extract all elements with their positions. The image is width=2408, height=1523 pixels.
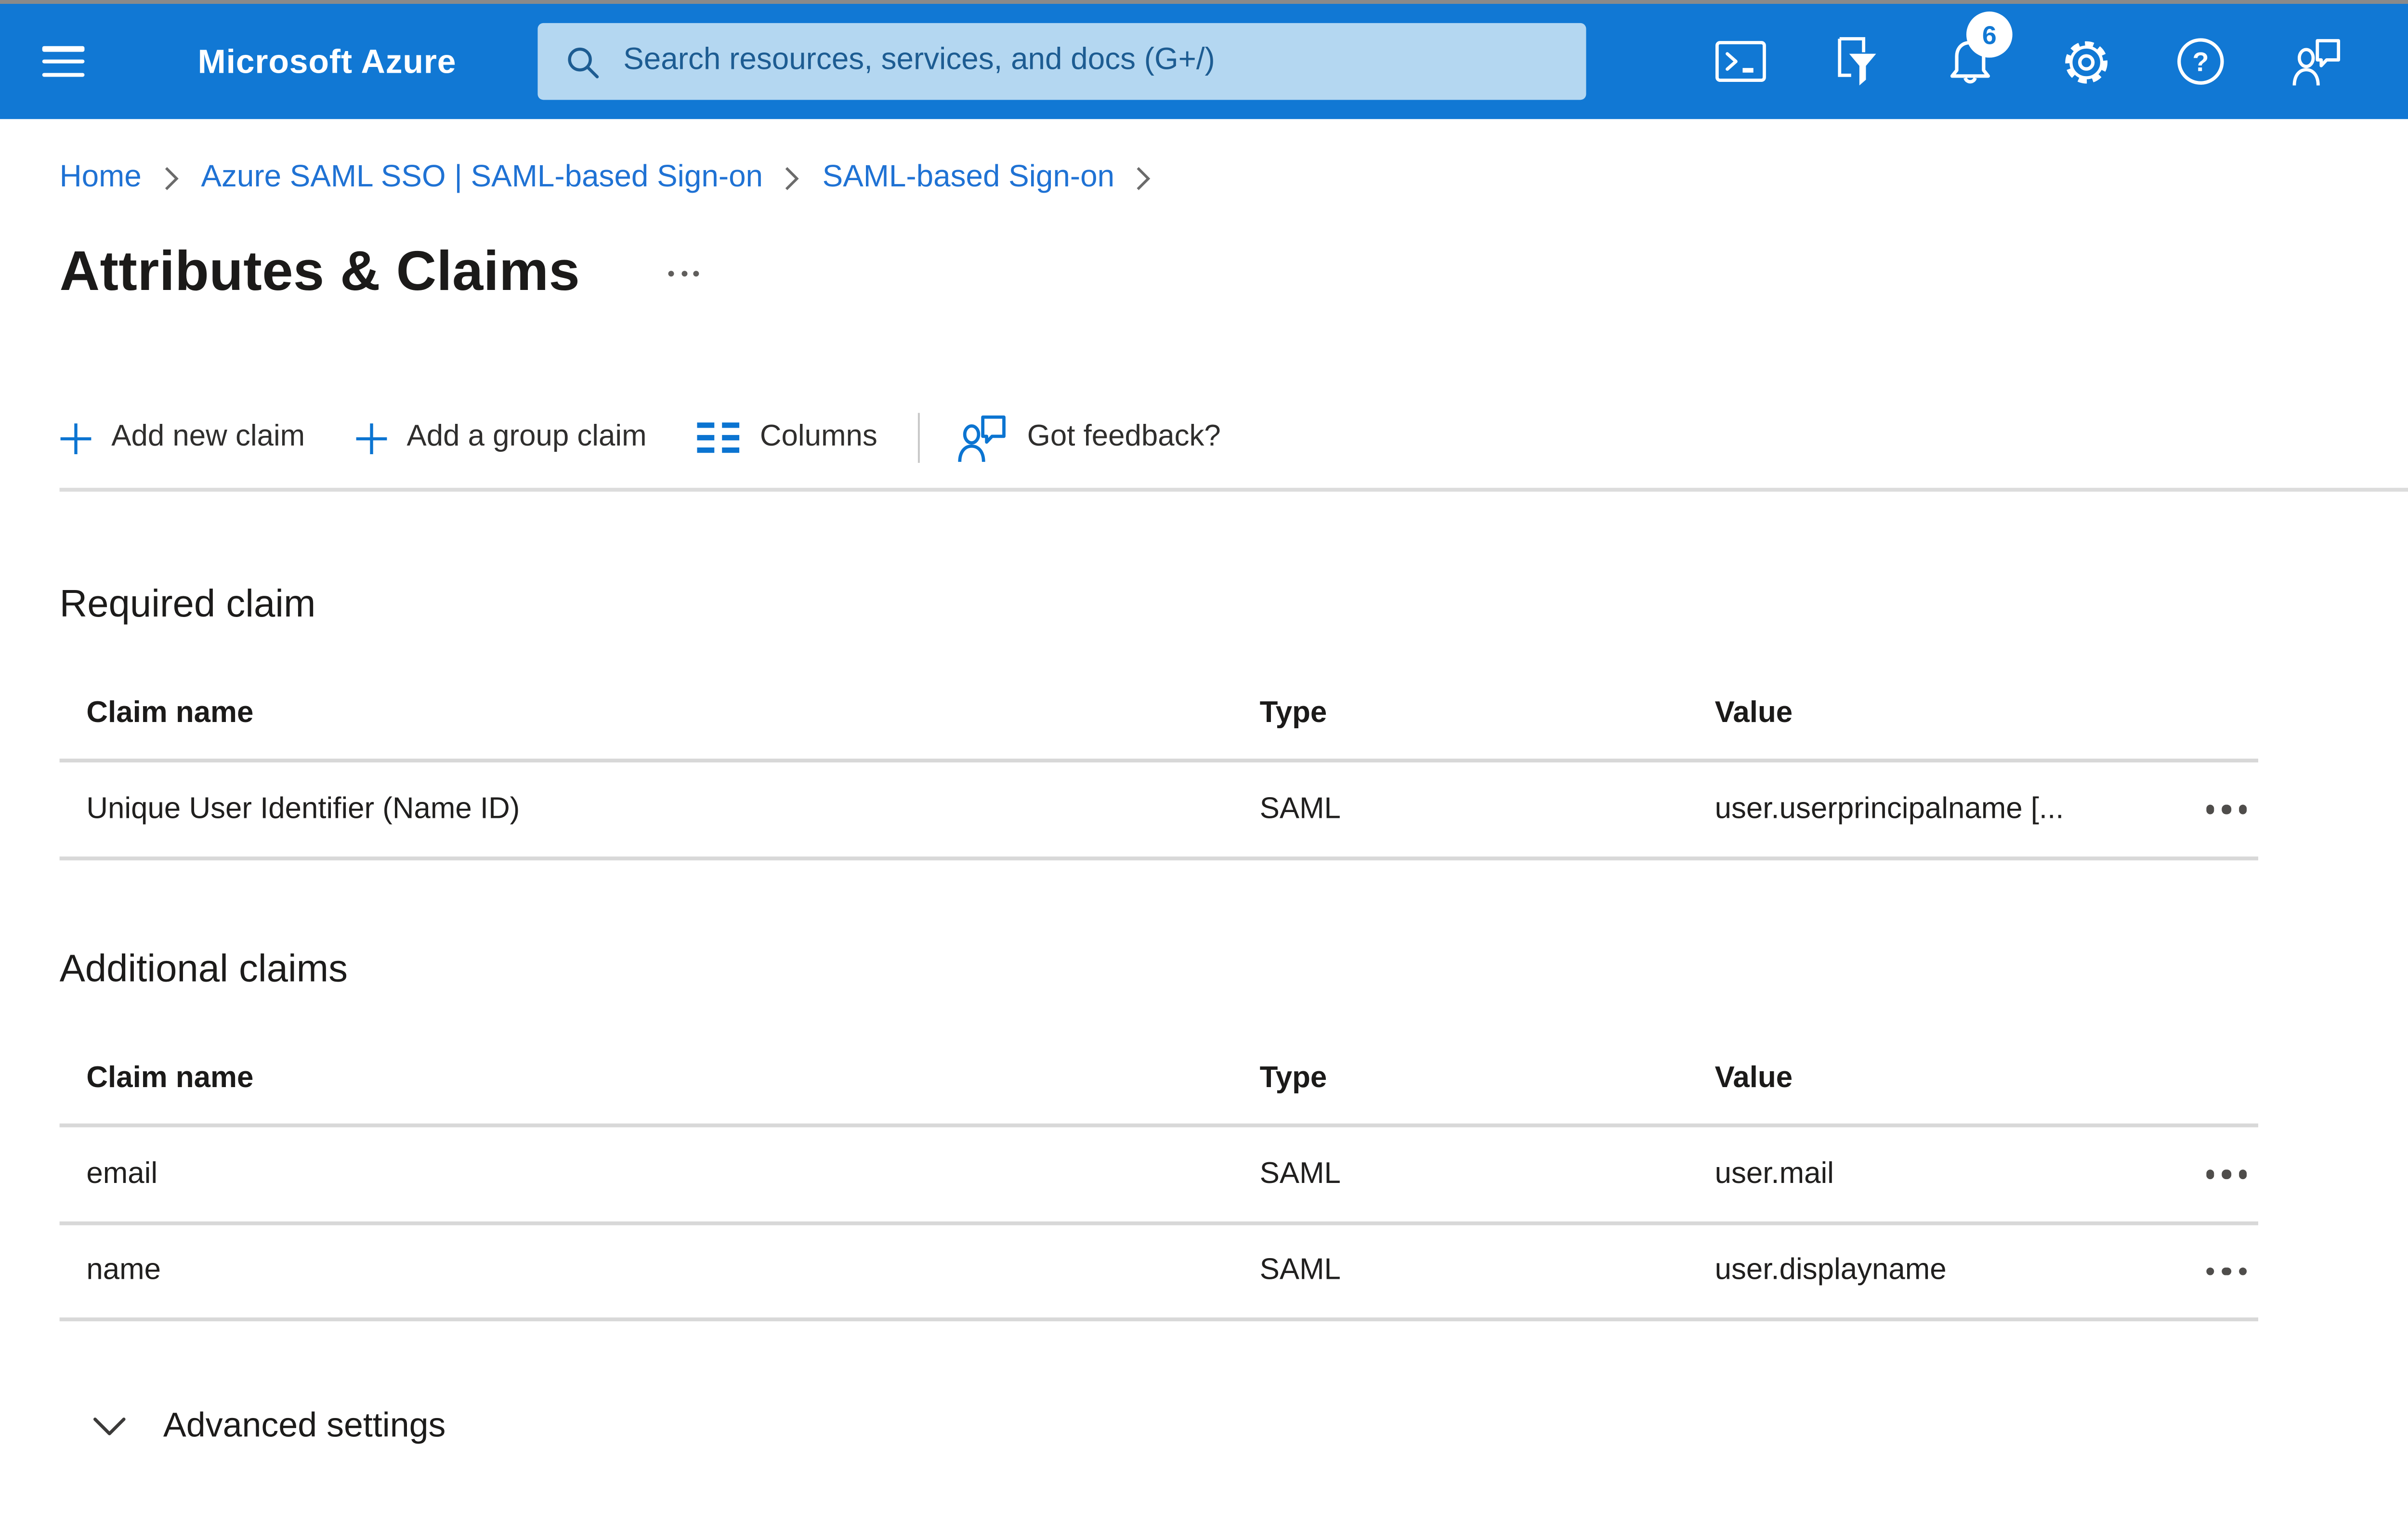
topbar-icon-group: 6 ?: [1698, 4, 2389, 119]
got-feedback-button[interactable]: Got feedback?: [956, 412, 1221, 464]
toolbar-divider: [59, 487, 2408, 492]
cloudshell-icon: [1714, 41, 1765, 82]
page-title: Attributes & Claims: [59, 241, 580, 302]
feedback-person-icon: [2291, 38, 2340, 85]
add-group-claim-button[interactable]: Add a group claim: [355, 420, 647, 455]
chevron-right-icon: [163, 164, 180, 191]
gear-icon: [2064, 40, 2107, 83]
claim-value-cell[interactable]: user.userprincipalname [...: [1715, 792, 2159, 827]
column-header-claim-name[interactable]: Claim name: [60, 1061, 1260, 1096]
table-header-row: Claim name Type Value: [59, 1033, 2258, 1128]
advanced-settings-label: Advanced settings: [163, 1405, 446, 1444]
global-search[interactable]: [537, 23, 1585, 100]
svg-text:?: ?: [2192, 47, 2209, 77]
column-header-type[interactable]: Type: [1260, 696, 1715, 731]
settings-button[interactable]: [2043, 4, 2127, 119]
claim-type-cell: SAML: [1259, 1157, 1341, 1190]
table-header-row: Claim name Type Value: [59, 669, 2258, 762]
ellipsis-icon: [668, 270, 674, 276]
claim-name-cell[interactable]: Unique User Identifier (Name ID): [60, 792, 1260, 827]
columns-label: Columns: [759, 420, 877, 453]
add-new-claim-label: Add new claim: [111, 420, 305, 453]
window-edge: [0, 0, 2408, 4]
table-row[interactable]: name SAML user.displayname: [59, 1225, 2258, 1322]
chevron-down-icon: [92, 1415, 127, 1438]
advanced-settings-toggle[interactable]: Advanced settings: [92, 1406, 445, 1446]
notification-badge: 6: [1966, 11, 2013, 58]
claim-value-cell[interactable]: user.displayname: [1715, 1254, 2159, 1289]
help-button[interactable]: ?: [2159, 4, 2243, 119]
chevron-right-icon: [1136, 164, 1153, 191]
page-context-menu-button[interactable]: [661, 262, 707, 283]
directory-filter-button[interactable]: [1813, 4, 1897, 119]
brand-title[interactable]: Microsoft Azure: [198, 41, 457, 82]
row-ellipsis-button[interactable]: [2201, 794, 2251, 826]
additional-claims-table: Claim name Type Value email SAML user.ma…: [59, 1033, 2258, 1322]
ellipsis-icon: [2205, 805, 2214, 814]
cloud-shell-button[interactable]: [1698, 4, 1782, 119]
ellipsis-icon: [2205, 1170, 2214, 1179]
breadcrumb-home[interactable]: Home: [60, 160, 142, 195]
breadcrumb-signon[interactable]: SAML-based Sign-on: [823, 160, 1114, 195]
breadcrumb-app[interactable]: Azure SAML SSO | SAML-based Sign-on: [201, 160, 763, 195]
help-icon: ?: [2177, 38, 2224, 85]
column-header-value[interactable]: Value: [1715, 696, 2159, 731]
command-bar: Add new claim Add a group claim Columns: [60, 405, 2408, 471]
got-feedback-label: Got feedback?: [1027, 420, 1221, 453]
row-ellipsis-button[interactable]: [2201, 1256, 2251, 1287]
topbar: Microsoft Azure Search resources, servic…: [0, 3, 2408, 119]
breadcrumb: Home Azure SAML SSO | SAML-based Sign-on…: [0, 119, 2408, 197]
claim-name-cell[interactable]: email: [60, 1157, 1260, 1192]
feedback-button[interactable]: [2274, 4, 2358, 119]
portal-menu-button[interactable]: [42, 46, 85, 77]
feedback-person-icon: [956, 412, 1008, 464]
search-icon: [567, 46, 598, 78]
toolbar-separator: [917, 413, 920, 463]
required-claim-table: Claim name Type Value Unique User Identi…: [59, 669, 2258, 861]
claim-type-cell: SAML: [1259, 1254, 1341, 1287]
chevron-right-icon: [784, 164, 801, 191]
title-row: Attributes & Claims: [0, 234, 2408, 311]
column-header-value[interactable]: Value: [1715, 1061, 2159, 1096]
add-new-claim-button[interactable]: Add new claim: [60, 420, 305, 455]
columns-icon: [696, 420, 741, 455]
ellipsis-icon: [2205, 1267, 2214, 1276]
plus-icon: [60, 421, 92, 454]
blade-content: Required claim Claim name Type Value Uni…: [59, 584, 2258, 1322]
table-row[interactable]: Unique User Identifier (Name ID) SAML us…: [59, 762, 2258, 861]
search-input[interactable]: [619, 42, 1585, 81]
plus-icon: [355, 421, 388, 454]
columns-button[interactable]: Columns: [696, 420, 877, 455]
claim-name-cell[interactable]: name: [60, 1254, 1260, 1289]
azure-portal: Microsoft Azure Search resources, servic…: [0, 0, 2408, 1523]
table-row[interactable]: email SAML user.mail: [59, 1128, 2258, 1225]
row-ellipsis-button[interactable]: [2201, 1158, 2251, 1190]
hamburger-icon: [42, 46, 85, 51]
filter-icon: [1838, 36, 1876, 85]
additional-claims-heading: Additional claims: [59, 948, 348, 991]
required-claim-heading: Required claim: [59, 584, 316, 626]
claim-value-cell[interactable]: user.mail: [1715, 1157, 2159, 1192]
column-header-claim-name[interactable]: Claim name: [60, 696, 1260, 731]
add-group-claim-label: Add a group claim: [406, 420, 647, 453]
column-header-type[interactable]: Type: [1260, 1061, 1715, 1096]
claim-type-cell: SAML: [1259, 792, 1341, 825]
notifications-button[interactable]: 6: [1928, 4, 2013, 119]
